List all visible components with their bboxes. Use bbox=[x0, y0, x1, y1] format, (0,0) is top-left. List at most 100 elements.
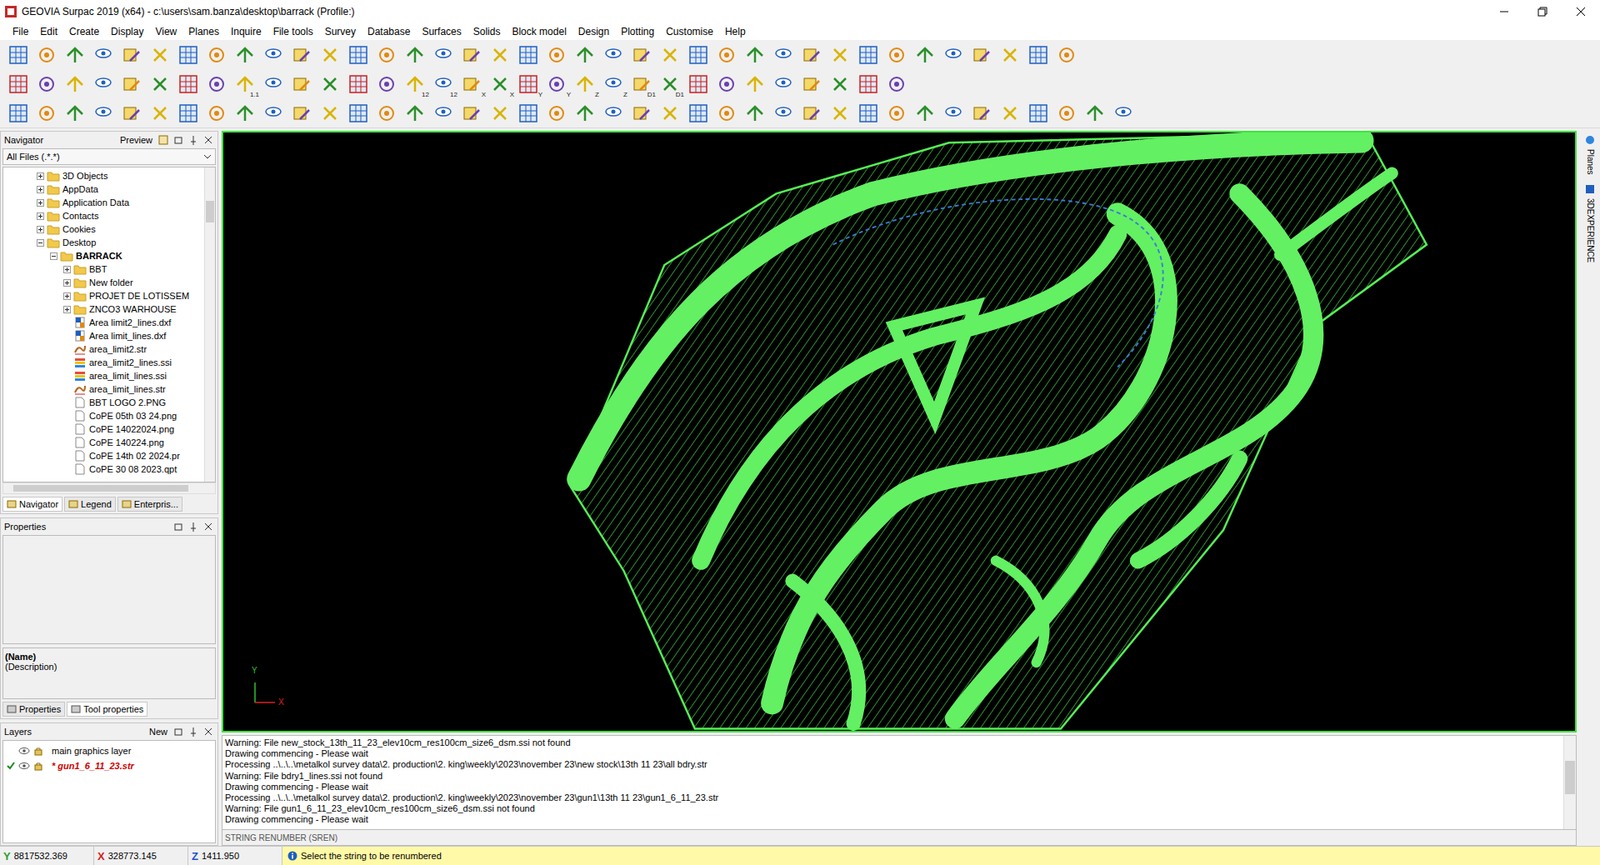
expander-icon[interactable] bbox=[36, 212, 45, 220]
preview-icon[interactable] bbox=[157, 134, 170, 146]
menu-item[interactable]: Design bbox=[572, 25, 615, 38]
tool-button[interactable]: Z bbox=[573, 71, 597, 97]
side-tab[interactable]: Planes bbox=[1584, 134, 1596, 175]
tool-button[interactable] bbox=[800, 100, 824, 126]
close-icon[interactable] bbox=[202, 134, 215, 146]
tool-button[interactable] bbox=[885, 42, 909, 68]
tool-button[interactable] bbox=[970, 100, 994, 126]
tool-button[interactable] bbox=[6, 71, 30, 97]
tool-button[interactable] bbox=[941, 42, 965, 68]
tree-item[interactable]: New folder bbox=[3, 275, 205, 290]
tool-button[interactable] bbox=[771, 71, 795, 97]
tool-button[interactable] bbox=[176, 71, 200, 97]
tool-button[interactable] bbox=[743, 42, 767, 68]
tool-button[interactable] bbox=[658, 42, 682, 68]
panel-tab[interactable]: Tool properties bbox=[66, 701, 148, 717]
tool-button[interactable] bbox=[148, 42, 172, 68]
tool-button[interactable] bbox=[715, 71, 739, 97]
vertical-scrollbar[interactable] bbox=[204, 167, 215, 482]
menu-item[interactable]: Database bbox=[361, 25, 416, 38]
menu-item[interactable]: File tools bbox=[267, 25, 320, 38]
lock-icon[interactable] bbox=[32, 745, 45, 756]
minimize-icon[interactable] bbox=[1485, 0, 1524, 24]
scroll-thumb[interactable] bbox=[13, 485, 189, 492]
tool-button[interactable] bbox=[686, 42, 710, 68]
tool-button[interactable] bbox=[941, 100, 965, 126]
tool-button[interactable] bbox=[573, 100, 597, 126]
panel-tab[interactable]: Navigator bbox=[2, 496, 63, 512]
tool-button[interactable] bbox=[970, 42, 994, 68]
tool-button[interactable] bbox=[261, 100, 285, 126]
close-icon[interactable] bbox=[202, 725, 215, 738]
tool-button[interactable] bbox=[290, 71, 314, 97]
panel-tab[interactable]: Enterpris... bbox=[117, 496, 183, 512]
tool-button[interactable] bbox=[885, 71, 909, 97]
tool-button[interactable]: X bbox=[488, 71, 512, 97]
horizontal-scrollbar[interactable] bbox=[2, 482, 216, 495]
tree-item[interactable]: PROJET DE LOTISSEM bbox=[3, 289, 205, 303]
tool-button[interactable] bbox=[431, 100, 455, 126]
tool-button[interactable] bbox=[346, 100, 370, 126]
expander-icon[interactable] bbox=[63, 279, 71, 287]
menu-item[interactable]: Inquire bbox=[225, 25, 268, 38]
tool-button[interactable] bbox=[63, 100, 87, 126]
tool-button[interactable]: 12 bbox=[431, 71, 455, 97]
expander-icon[interactable] bbox=[63, 305, 71, 314]
side-tab[interactable]: 3DEXPERIENCE bbox=[1584, 183, 1596, 263]
eye-icon[interactable] bbox=[18, 745, 30, 756]
tool-button[interactable] bbox=[205, 71, 229, 97]
tool-button[interactable]: 1.1 bbox=[233, 71, 257, 97]
pin-icon[interactable] bbox=[187, 134, 200, 146]
tool-button[interactable] bbox=[998, 42, 1022, 68]
tree-item[interactable]: BBT LOGO 2.PNG bbox=[3, 395, 205, 410]
panel-tab[interactable]: Properties bbox=[2, 701, 65, 717]
graphics-canvas[interactable]: YX bbox=[221, 130, 1577, 733]
tool-button[interactable] bbox=[120, 42, 144, 68]
tool-button[interactable] bbox=[233, 42, 257, 68]
tool-button[interactable] bbox=[176, 100, 200, 126]
tree-item[interactable]: area_limit_lines.str bbox=[3, 382, 205, 396]
tree-item[interactable]: Contacts bbox=[3, 209, 205, 223]
tool-button[interactable] bbox=[375, 100, 399, 126]
tool-button[interactable] bbox=[601, 42, 625, 68]
pin-icon[interactable] bbox=[187, 520, 200, 533]
tree-item[interactable]: CoPE 30 08 2023.qpt bbox=[3, 462, 205, 476]
tool-button[interactable] bbox=[148, 71, 172, 97]
tree-item[interactable]: area_limit2_lines.ssi bbox=[3, 355, 205, 370]
tool-button[interactable]: Y bbox=[545, 71, 569, 97]
tool-button[interactable] bbox=[743, 100, 767, 126]
tool-button[interactable] bbox=[1083, 100, 1107, 126]
tree-item[interactable]: Desktop bbox=[3, 235, 205, 250]
menu-item[interactable]: Solids bbox=[467, 25, 507, 38]
expander-icon[interactable] bbox=[36, 185, 45, 194]
tool-button[interactable] bbox=[460, 42, 484, 68]
tool-button[interactable] bbox=[800, 42, 824, 68]
tool-button[interactable] bbox=[686, 71, 710, 97]
tool-button[interactable] bbox=[771, 100, 795, 126]
tool-button[interactable] bbox=[35, 100, 59, 126]
pin-icon[interactable] bbox=[187, 725, 200, 738]
tool-button[interactable] bbox=[1026, 100, 1050, 126]
tool-button[interactable] bbox=[488, 100, 512, 126]
preview-label[interactable]: Preview bbox=[120, 135, 153, 145]
new-layer-button[interactable]: New bbox=[149, 726, 168, 737]
tool-button[interactable]: D1 bbox=[658, 71, 682, 97]
tool-button[interactable] bbox=[375, 71, 399, 97]
tree-item[interactable]: CoPE 14th 02 2024.pr bbox=[3, 449, 205, 463]
tool-button[interactable] bbox=[176, 42, 200, 68]
tree-item[interactable]: CoPE 14022024.png bbox=[3, 422, 205, 436]
menu-item[interactable]: Help bbox=[719, 25, 752, 38]
expander-icon[interactable] bbox=[63, 265, 71, 274]
layer-checkbox-icon[interactable] bbox=[5, 760, 16, 771]
tool-button[interactable] bbox=[261, 42, 285, 68]
tool-button[interactable] bbox=[1055, 42, 1079, 68]
tool-button[interactable] bbox=[403, 42, 427, 68]
tool-button[interactable] bbox=[318, 42, 342, 68]
tool-button[interactable] bbox=[318, 100, 342, 126]
tool-button[interactable] bbox=[686, 100, 710, 126]
tree-item[interactable]: BBT bbox=[3, 262, 205, 276]
tool-button[interactable] bbox=[290, 42, 314, 68]
tree-item[interactable]: Cookies bbox=[3, 222, 205, 236]
tool-button[interactable] bbox=[828, 71, 852, 97]
tool-button[interactable] bbox=[346, 71, 370, 97]
